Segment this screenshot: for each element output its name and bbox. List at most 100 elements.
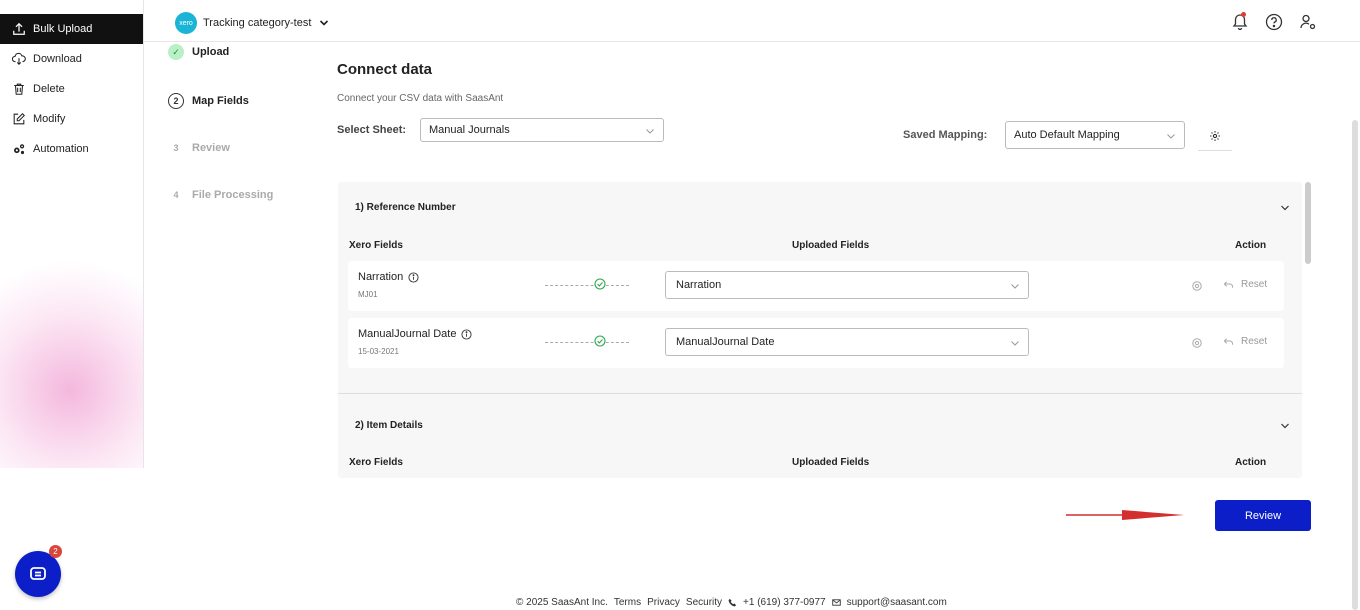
gear-icon[interactable] [1191, 280, 1203, 292]
sidebar-item-bulk-upload[interactable]: Bulk Upload [0, 14, 143, 44]
mapping-connector [545, 342, 629, 343]
sidebar-item-modify[interactable]: Modify [0, 104, 143, 134]
step-review: 3 Review [168, 140, 230, 156]
undo-icon [1223, 338, 1234, 345]
step-label: Review [192, 142, 230, 154]
bell-icon[interactable] [1230, 12, 1250, 32]
support-email[interactable]: support@saasant.com [847, 597, 947, 608]
page-title: Connect data [337, 61, 433, 78]
security-link[interactable]: Security [686, 597, 722, 608]
check-circle-icon [594, 278, 606, 290]
column-header-action: Action [1235, 457, 1267, 468]
gears-icon [12, 142, 26, 156]
check-icon: ✓ [168, 44, 184, 60]
check-circle-icon [594, 335, 606, 347]
reset-label: Reset [1241, 336, 1268, 347]
mapping-connector [545, 285, 629, 286]
notification-dot [1241, 12, 1246, 17]
reset-button[interactable]: Reset [1223, 336, 1267, 347]
step-label: Map Fields [192, 95, 249, 107]
mail-icon [831, 599, 841, 606]
column-header-xero-fields: Xero Fields [349, 457, 403, 468]
chat-badge: 2 [49, 545, 62, 558]
step-label: Upload [192, 46, 230, 58]
help-icon[interactable] [1264, 12, 1284, 32]
review-button[interactable]: Review [1215, 500, 1311, 531]
chat-icon [30, 567, 46, 580]
cloud-download-icon [12, 52, 26, 66]
step-number: 4 [173, 190, 179, 200]
uploaded-field-value: Narration [676, 279, 722, 291]
info-icon[interactable] [408, 271, 419, 283]
uploaded-field-select[interactable]: Narration [665, 271, 1029, 299]
panel-scrollbar[interactable] [1305, 182, 1311, 264]
sidebar-item-delete[interactable]: Delete [0, 74, 143, 104]
page-scrollbar[interactable] [1352, 120, 1358, 610]
xero-field-name: ManualJournal Date [358, 328, 472, 340]
reset-label: Reset [1241, 279, 1268, 290]
upload-icon [12, 22, 26, 36]
section-divider [338, 393, 1302, 394]
org-name: Tracking category-test [203, 17, 312, 29]
chevron-down-icon[interactable] [1280, 203, 1290, 213]
section-title: 1) Reference Number [355, 202, 456, 213]
sidebar: Bulk Upload Download Delete Modify Autom… [0, 0, 144, 468]
sidebar-item-label: Download [33, 53, 82, 65]
sidebar-item-download[interactable]: Download [0, 44, 143, 74]
field-sample-value: MJ01 [358, 290, 378, 299]
sheet-select[interactable]: Manual Journals [420, 118, 664, 142]
trash-icon [12, 82, 26, 96]
user-settings-icon[interactable] [1298, 12, 1318, 32]
select-sheet-label: Select Sheet: [337, 124, 407, 136]
page-subtitle: Connect your CSV data with SaasAnt [337, 93, 504, 104]
chevron-down-icon [646, 129, 654, 134]
chevron-down-icon [1011, 341, 1019, 346]
uploaded-field-select[interactable]: ManualJournal Date [665, 328, 1029, 356]
terms-link[interactable]: Terms [614, 597, 641, 608]
field-label: ManualJournal Date [358, 328, 457, 340]
sidebar-item-label: Bulk Upload [33, 23, 93, 35]
field-sample-value: 15-03-2021 [358, 347, 399, 356]
phone-icon [728, 598, 737, 607]
mapping-settings-button[interactable] [1198, 121, 1232, 151]
uploaded-field-value: ManualJournal Date [676, 336, 775, 348]
copyright: © 2025 SaasAnt Inc. [516, 597, 608, 608]
xero-field-name: Narration [358, 271, 419, 283]
phone-number[interactable]: +1 (619) 377-0977 [743, 597, 826, 608]
arrow-right-icon [1066, 510, 1184, 520]
reset-button[interactable]: Reset [1223, 279, 1267, 290]
gear-icon[interactable] [1191, 337, 1203, 349]
column-header-uploaded-fields: Uploaded Fields [792, 457, 870, 468]
sidebar-item-label: Modify [33, 113, 66, 125]
sidebar-item-label: Delete [33, 83, 65, 95]
saved-mapping-label: Saved Mapping: [903, 129, 988, 141]
gear-icon [1210, 130, 1220, 141]
sidebar-item-automation[interactable]: Automation [0, 134, 143, 164]
privacy-link[interactable]: Privacy [647, 597, 680, 608]
step-map-fields[interactable]: 2 Map Fields [168, 93, 249, 109]
mapping-row: Narration MJ01 Narration Reset [348, 261, 1284, 311]
column-header-uploaded-fields: Uploaded Fields [792, 240, 870, 251]
footer: © 2025 SaasAnt Inc. Terms Privacy Securi… [516, 597, 953, 608]
chevron-down-icon[interactable] [1280, 421, 1290, 431]
step-upload[interactable]: ✓ Upload [168, 44, 229, 60]
step-file-processing: 4 File Processing [168, 187, 273, 203]
undo-icon [1223, 281, 1234, 288]
mapping-row: ManualJournal Date 15-03-2021 ManualJour… [348, 318, 1284, 368]
sidebar-item-label: Automation [33, 143, 89, 155]
step-number: 3 [173, 143, 179, 153]
edit-icon [12, 112, 26, 126]
org-switcher[interactable]: xero Tracking category-test [175, 12, 329, 34]
top-header: xero Tracking category-test [144, 4, 1360, 42]
step-number: 2 [168, 93, 184, 109]
info-icon[interactable] [461, 328, 472, 340]
chevron-down-icon [1011, 284, 1019, 289]
saved-mapping-select[interactable]: Auto Default Mapping [1005, 121, 1185, 149]
column-header-action: Action [1235, 240, 1267, 251]
sheet-select-value: Manual Journals [429, 124, 510, 136]
xero-logo: xero [175, 12, 197, 34]
saved-mapping-value: Auto Default Mapping [1014, 129, 1120, 141]
decorative-glow [0, 260, 143, 468]
chevron-down-icon [320, 20, 329, 26]
field-label: Narration [358, 271, 404, 283]
